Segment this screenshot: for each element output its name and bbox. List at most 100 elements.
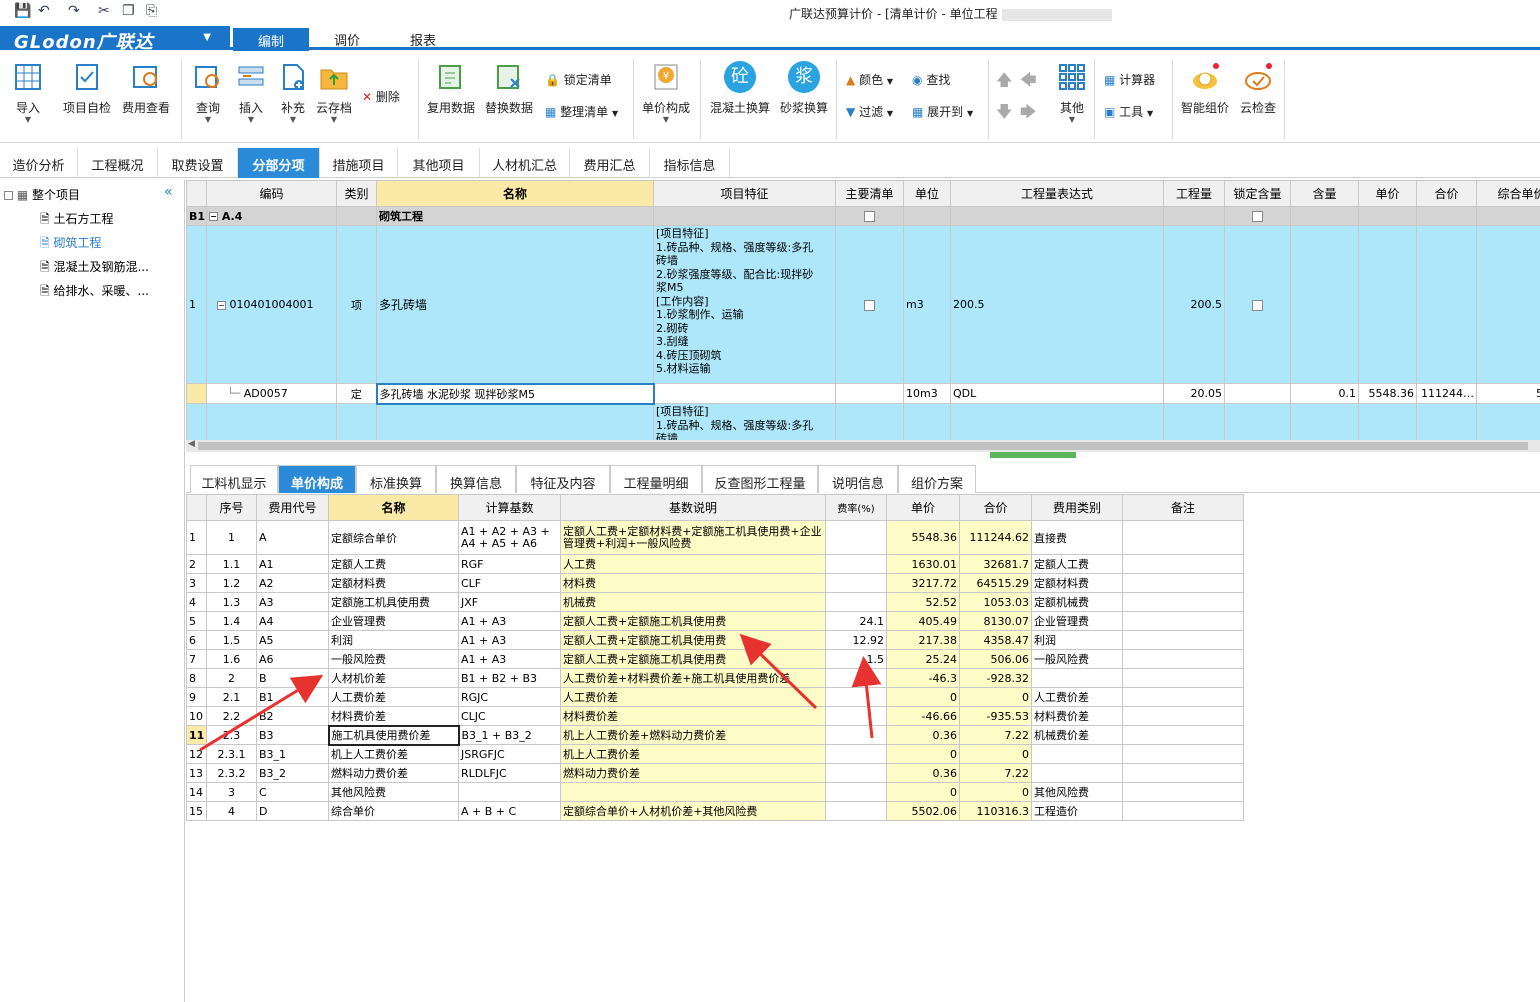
- seq-cell[interactable]: 2.3: [206, 725, 257, 745]
- tab-report[interactable]: 报表: [410, 30, 436, 49]
- main-list-checkbox[interactable]: [864, 299, 875, 311]
- content-cell[interactable]: [1290, 206, 1359, 226]
- fee-code-cell[interactable]: B3: [256, 725, 329, 745]
- calc-base-cell[interactable]: JXF: [458, 592, 561, 612]
- paste-icon[interactable]: ⎘: [146, 3, 157, 19]
- calc-base-cell[interactable]: RGJC: [458, 687, 561, 707]
- tree-item-masonry[interactable]: 🗎 砌筑工程: [40, 234, 102, 255]
- table-row[interactable]: 15 4 D 综合单价 A + B + C 定额综合单价+人材机价差+其他风险费 5502.…: [186, 801, 1244, 821]
- tools-button[interactable]: ▣ 工具 ▼: [1104, 103, 1153, 120]
- collapse-icon[interactable]: −: [217, 300, 226, 310]
- table-row[interactable]: 5 1.4 A4 企业管理费 A1 + A3 定额人工费+定额施工机具使用费 24.1 405…: [186, 611, 1244, 631]
- lock-content-cell[interactable]: [1224, 383, 1291, 404]
- base-desc-cell[interactable]: 定额人工费+定额施工机具使用费: [560, 611, 826, 631]
- rate-cell[interactable]: 24.1: [825, 611, 887, 631]
- total-cell[interactable]: [1416, 206, 1477, 226]
- seq-cell[interactable]: 2.3.2: [206, 763, 257, 783]
- move-right-icon[interactable]: 🡆: [1020, 101, 1037, 128]
- table-row[interactable]: 14 3 C 其他风险费 0 0 其他风险费: [186, 782, 1244, 802]
- fee-category-cell[interactable]: 一般风险费: [1031, 649, 1123, 669]
- table-row[interactable]: 12 2.3.1 B3_1 机上人工费价差 JSRGFJC 机上人工费价差 0 0: [186, 744, 1244, 764]
- unit-cell[interactable]: 10m3: [903, 383, 951, 404]
- remark-cell[interactable]: [1122, 668, 1244, 688]
- column-header[interactable]: 单价: [886, 494, 960, 521]
- fee-code-cell[interactable]: A5: [256, 630, 329, 650]
- feature-cell[interactable]: [项目特征] 1.砖品种、规格、强度等级:多孔 砖墙 2.砂浆强度等级、配合比:…: [653, 225, 836, 384]
- tidy-list-button[interactable]: ▦ 整理清单 ▼: [545, 103, 618, 120]
- unit-price-cell[interactable]: 3217.72: [886, 573, 960, 593]
- unit-price-cell[interactable]: 1630.01: [886, 554, 960, 574]
- total-cell[interactable]: 110316.3: [959, 801, 1032, 821]
- fee-code-cell[interactable]: B2: [256, 706, 329, 726]
- horizontal-scrollbar[interactable]: ◀: [186, 439, 1540, 452]
- main-list-cell[interactable]: [835, 383, 904, 404]
- column-header[interactable]: 项目特征: [653, 180, 836, 207]
- base-desc-cell[interactable]: 人工费: [560, 554, 826, 574]
- tab-pricing-plan[interactable]: 组价方案: [898, 465, 976, 493]
- find-button[interactable]: ◉ 查找: [912, 71, 950, 88]
- column-header[interactable]: 计算基数: [458, 494, 561, 521]
- seq-cell[interactable]: 1.5: [206, 630, 257, 650]
- comp-price-cell[interactable]: 550: [1476, 225, 1540, 384]
- fee-category-cell[interactable]: 其他风险费: [1031, 782, 1123, 802]
- fee-code-cell[interactable]: A6: [256, 649, 329, 669]
- total-cell[interactable]: 111244…: [1416, 383, 1477, 404]
- rate-cell[interactable]: [825, 782, 887, 802]
- cut-icon[interactable]: ✂: [98, 3, 110, 19]
- name-cell[interactable]: 材料费价差: [328, 706, 459, 726]
- column-header[interactable]: 费率(%): [825, 494, 887, 521]
- column-header[interactable]: 合价: [1416, 180, 1477, 207]
- seq-cell[interactable]: 1.3: [206, 592, 257, 612]
- base-desc-cell[interactable]: 人工费价差+材料费价差+施工机具使用费价差: [560, 668, 826, 688]
- table-row[interactable]: 9 2.1 B1 人工费价差 RGJC 人工费价差 0 0 人工费价差: [186, 687, 1244, 707]
- name-cell[interactable]: 人工费价差: [328, 687, 459, 707]
- query-button[interactable]: 查询 ▼: [192, 61, 224, 124]
- seq-cell[interactable]: 1.4: [206, 611, 257, 631]
- fee-code-cell[interactable]: B3_1: [256, 744, 329, 764]
- rate-cell[interactable]: [825, 725, 887, 745]
- total-cell[interactable]: 0: [959, 744, 1032, 764]
- name-cell[interactable]: 综合单价: [328, 801, 459, 821]
- total-cell[interactable]: 64515.29: [959, 573, 1032, 593]
- unit-cell[interactable]: m3: [903, 225, 951, 384]
- expr-cell[interactable]: 200.5: [950, 225, 1164, 384]
- column-header[interactable]: 主要清单: [835, 180, 904, 207]
- calc-base-cell[interactable]: CLF: [458, 573, 561, 593]
- unit-price-cell[interactable]: 0: [886, 687, 960, 707]
- tree-item-plumbing[interactable]: 🗎 给排水、采暖、...: [40, 282, 149, 303]
- tab-standard-conversion[interactable]: 标准换算: [356, 465, 436, 493]
- total-cell[interactable]: 111244.62: [959, 520, 1032, 555]
- panel-splitter[interactable]: [990, 452, 1076, 458]
- seq-cell[interactable]: 1.2: [206, 573, 257, 593]
- price-cell[interactable]: 5548.36: [1358, 383, 1417, 404]
- tree-item-concrete[interactable]: 🗎 混凝土及钢筋混...: [40, 258, 149, 279]
- table-row[interactable]: 8 2 B 人材机价差 B1 + B2 + B3 人工费价差+材料费价差+施工机具使用费价…: [186, 668, 1244, 688]
- column-header[interactable]: 编码: [206, 180, 337, 207]
- corner-cell[interactable]: [186, 494, 207, 521]
- fee-category-cell[interactable]: 企业管理费: [1031, 611, 1123, 631]
- collapse-icon[interactable]: −: [209, 212, 218, 221]
- lock-content-checkbox[interactable]: [1252, 211, 1263, 222]
- tab-cost-analysis[interactable]: 造价分析: [0, 148, 78, 178]
- tab-project-overview[interactable]: 工程概况: [78, 148, 158, 178]
- fee-code-cell[interactable]: B: [256, 668, 329, 688]
- name-cell[interactable]: 定额材料费: [328, 573, 459, 593]
- lock-list-button[interactable]: 🔒 锁定清单: [545, 71, 612, 88]
- table-row[interactable]: 4 1.3 A3 定额施工机具使用费 JXF 机械费 52.52 1053.03 定额机械费: [186, 592, 1244, 612]
- base-desc-cell[interactable]: 定额人工费+定额施工机具使用费: [560, 649, 826, 669]
- remark-cell[interactable]: [1122, 573, 1244, 593]
- smart-price-button[interactable]: 智能组价: [1181, 61, 1229, 116]
- color-button[interactable]: ▲ 颜色 ▼: [846, 71, 893, 88]
- calc-base-cell[interactable]: RLDLFJC: [458, 763, 561, 783]
- save-icon[interactable]: 💾: [14, 3, 31, 19]
- fee-code-cell[interactable]: B1: [256, 687, 329, 707]
- unit-price-cell[interactable]: 0.36: [886, 763, 960, 783]
- rate-cell[interactable]: 1.5: [825, 649, 887, 669]
- column-header[interactable]: 基数说明: [560, 494, 826, 521]
- column-header[interactable]: 综合单价: [1476, 180, 1540, 207]
- qty-cell[interactable]: 20.05: [1163, 383, 1225, 404]
- total-cell[interactable]: 8130.07: [959, 611, 1032, 631]
- column-header[interactable]: 单价: [1358, 180, 1417, 207]
- column-header[interactable]: 序号: [206, 494, 257, 521]
- expr-cell[interactable]: [950, 206, 1164, 226]
